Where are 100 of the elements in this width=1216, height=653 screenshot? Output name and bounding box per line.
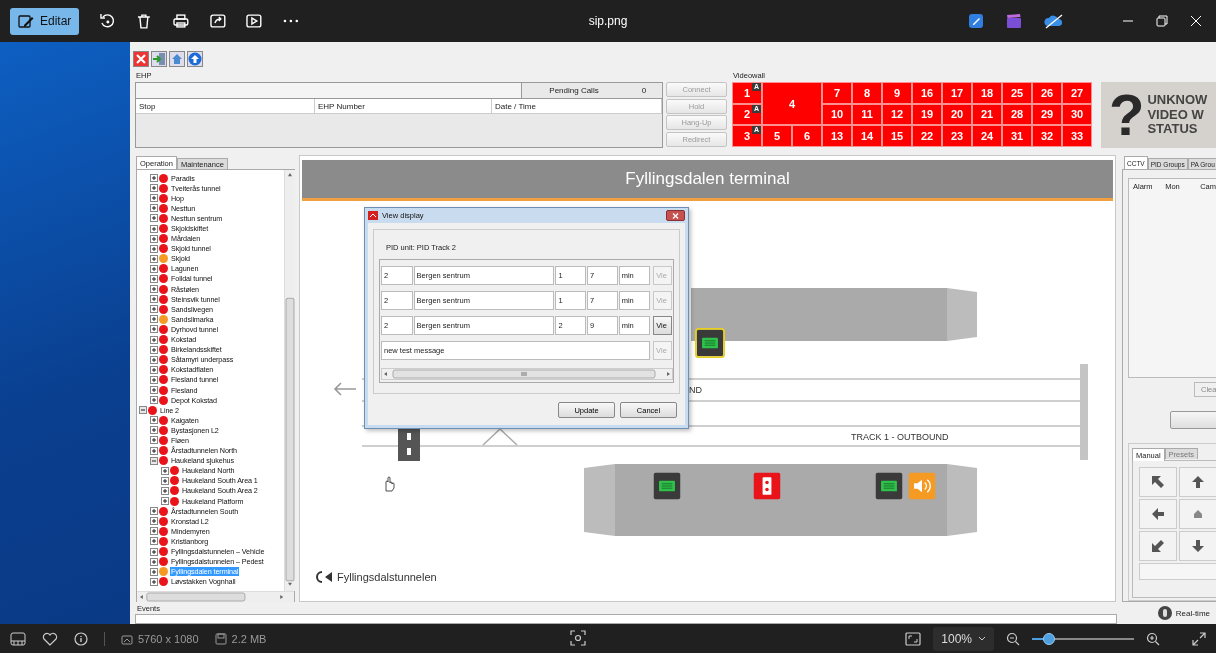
slider-thumb[interactable] bbox=[1043, 632, 1056, 645]
clapperboard-icon[interactable] bbox=[1006, 13, 1022, 29]
monitor-tile[interactable]: 22 bbox=[912, 125, 942, 147]
expand-icon[interactable] bbox=[150, 416, 158, 425]
monitor-tile[interactable]: 24 bbox=[972, 125, 1002, 147]
edit-button[interactable]: Editar bbox=[10, 7, 80, 35]
zoom-in-icon[interactable] bbox=[1146, 631, 1160, 646]
monitor-tile[interactable]: 4 bbox=[762, 82, 822, 126]
monitor-tile[interactable]: 28 bbox=[1002, 103, 1032, 126]
expand-icon[interactable] bbox=[150, 567, 158, 576]
expand-icon[interactable] bbox=[150, 557, 158, 566]
monitor-tile[interactable]: 11 bbox=[852, 103, 882, 126]
expand-icon[interactable] bbox=[161, 497, 169, 506]
expand-icon[interactable] bbox=[150, 527, 158, 536]
down-left-arrow-icon[interactable] bbox=[1151, 539, 1165, 553]
monitor-tile[interactable]: 15 bbox=[882, 125, 912, 147]
expand-icon[interactable] bbox=[150, 335, 158, 344]
pen-icon[interactable] bbox=[968, 13, 984, 29]
expand-icon[interactable] bbox=[161, 486, 169, 495]
expand-icon[interactable] bbox=[150, 537, 158, 546]
ptz-button[interactable] bbox=[1139, 499, 1177, 529]
restore-icon[interactable] bbox=[1156, 15, 1168, 27]
expand-icon[interactable] bbox=[161, 466, 169, 475]
expand-icon[interactable] bbox=[150, 275, 158, 283]
expand-icon[interactable] bbox=[150, 426, 158, 435]
cloud-icon[interactable] bbox=[1044, 13, 1064, 29]
expand-icon[interactable] bbox=[150, 375, 158, 384]
expand-icon[interactable] bbox=[150, 174, 158, 183]
expand-icon[interactable] bbox=[150, 386, 158, 394]
expand-icon[interactable] bbox=[150, 547, 158, 556]
zoom-slider[interactable] bbox=[1032, 631, 1134, 646]
home-icon[interactable] bbox=[1193, 509, 1203, 519]
expand-icon[interactable] bbox=[150, 305, 158, 314]
expand-icon[interactable] bbox=[150, 285, 158, 294]
expand-icon[interactable] bbox=[150, 325, 158, 334]
monitor-tile[interactable]: 32 bbox=[1032, 125, 1062, 147]
expand-icon[interactable] bbox=[150, 295, 158, 304]
expand-icon[interactable] bbox=[161, 476, 169, 485]
horizontal-scrollbar[interactable] bbox=[381, 368, 673, 380]
play-icon[interactable] bbox=[245, 12, 264, 30]
horizontal-scrollbar[interactable] bbox=[137, 591, 294, 602]
heart-icon[interactable] bbox=[42, 631, 58, 646]
up-left-arrow-icon[interactable] bbox=[1151, 475, 1165, 489]
info-icon[interactable] bbox=[74, 631, 88, 646]
ptz-button[interactable] bbox=[1179, 499, 1216, 529]
monitor-tile[interactable]: 23 bbox=[942, 125, 972, 147]
collapse-icon[interactable] bbox=[150, 456, 158, 465]
ptz-button[interactable] bbox=[1139, 531, 1177, 561]
monitor-tile[interactable]: 21 bbox=[972, 103, 1002, 126]
monitor-tile[interactable]: 25 bbox=[1002, 82, 1032, 104]
close-button[interactable] bbox=[666, 210, 685, 221]
monitor-tile[interactable]: 16 bbox=[912, 82, 942, 104]
fullscreen-icon[interactable] bbox=[1192, 631, 1206, 646]
ptz-button[interactable] bbox=[1179, 531, 1216, 561]
expand-icon[interactable] bbox=[150, 204, 158, 213]
expand-icon[interactable] bbox=[150, 517, 158, 526]
monitor-tile[interactable]: 30 bbox=[1062, 103, 1092, 126]
monitor-tile[interactable]: 8 bbox=[852, 82, 882, 104]
expand-icon[interactable] bbox=[150, 577, 158, 586]
home-icon[interactable] bbox=[169, 51, 185, 67]
zoom-out-icon[interactable] bbox=[1006, 631, 1020, 646]
monitor-tile[interactable]: 18 bbox=[972, 82, 1002, 104]
expand-icon[interactable] bbox=[150, 254, 158, 263]
expand-icon[interactable] bbox=[150, 365, 158, 374]
focus-icon[interactable] bbox=[570, 629, 586, 646]
expand-icon[interactable] bbox=[150, 214, 158, 223]
monitor-tile[interactable]: 33 bbox=[1062, 125, 1092, 147]
left-arrow-icon[interactable] bbox=[1151, 507, 1165, 521]
monitor-tile[interactable]: 26 bbox=[1032, 82, 1062, 104]
share-icon[interactable] bbox=[208, 12, 227, 30]
monitor-tile[interactable]: 27 bbox=[1062, 82, 1092, 104]
toggle-icon[interactable] bbox=[1157, 606, 1172, 620]
vertical-scrollbar[interactable] bbox=[284, 170, 295, 591]
expand-icon[interactable] bbox=[150, 355, 158, 364]
filmstrip-icon[interactable] bbox=[10, 631, 26, 646]
up-arrow-icon[interactable] bbox=[1191, 475, 1205, 489]
monitor-tile[interactable]: 14 bbox=[852, 125, 882, 147]
monitor-tile[interactable]: 12 bbox=[882, 103, 912, 126]
print-icon[interactable] bbox=[171, 12, 190, 30]
monitor-tile[interactable]: 17 bbox=[942, 82, 972, 104]
monitor-tile[interactable]: 6 bbox=[792, 125, 822, 147]
exit-icon[interactable] bbox=[151, 51, 167, 67]
expand-icon[interactable] bbox=[150, 194, 158, 203]
expand-icon[interactable] bbox=[150, 315, 158, 324]
trash-icon[interactable] bbox=[135, 12, 153, 30]
expand-icon[interactable] bbox=[150, 244, 158, 253]
down-arrow-icon[interactable] bbox=[1191, 539, 1205, 553]
zoom-dropdown[interactable]: 100% bbox=[933, 626, 994, 651]
input-field[interactable] bbox=[1139, 563, 1216, 580]
monitor-tile[interactable]: 10 bbox=[822, 103, 852, 126]
expand-icon[interactable] bbox=[150, 436, 158, 445]
expand-icon[interactable] bbox=[150, 396, 158, 405]
expand-icon[interactable] bbox=[150, 224, 158, 233]
expand-icon[interactable] bbox=[150, 446, 158, 455]
monitor-tile[interactable]: 7 bbox=[822, 82, 852, 104]
monitor-tile[interactable]: 29 bbox=[1032, 103, 1062, 126]
monitor-tile[interactable]: 5 bbox=[762, 125, 792, 147]
monitor-tile[interactable]: 13 bbox=[822, 125, 852, 147]
monitor-tile[interactable]: 31 bbox=[1002, 125, 1032, 147]
expand-icon[interactable] bbox=[150, 507, 158, 516]
